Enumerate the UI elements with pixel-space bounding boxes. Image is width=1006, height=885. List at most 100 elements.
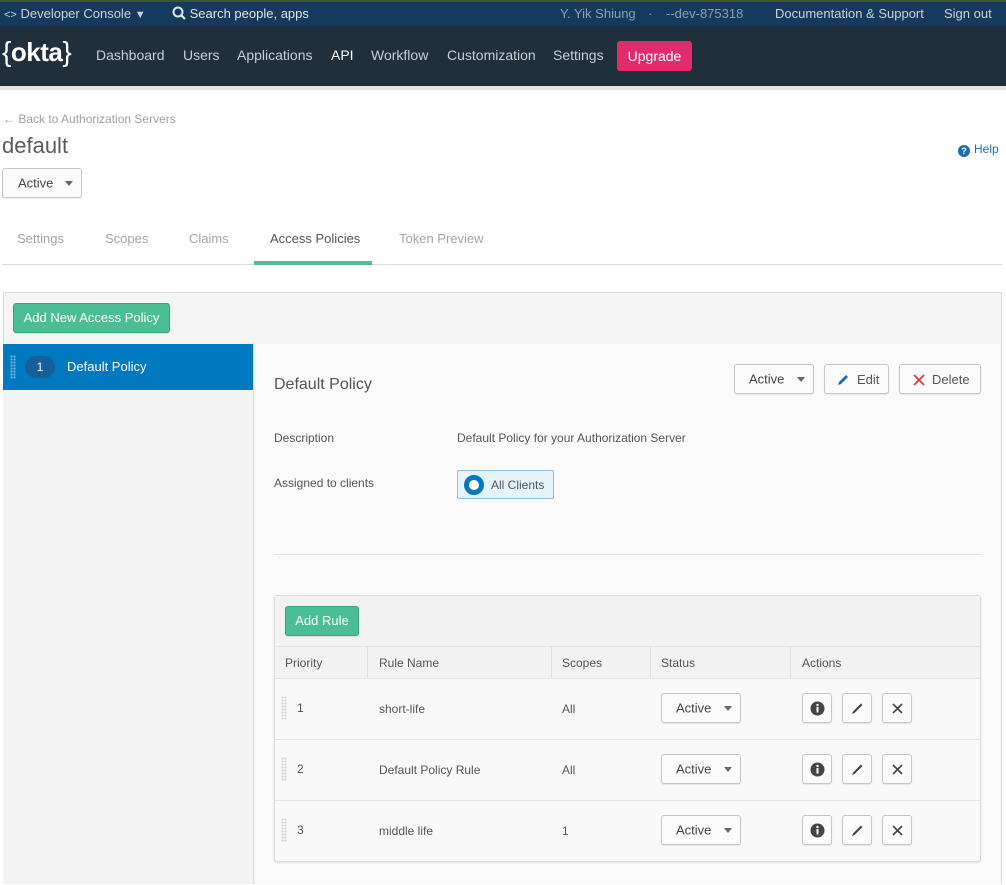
column-divider	[790, 646, 791, 678]
rules-table: Add Rule Priority Rule Name Scopes Statu…	[274, 595, 981, 862]
column-header-priority: Priority	[285, 656, 323, 670]
table-row: 1 short-life All Active	[275, 679, 980, 739]
column-divider	[650, 646, 651, 678]
drag-handle-icon[interactable]	[281, 757, 287, 781]
rule-edit-button[interactable]	[842, 815, 872, 845]
caret-down-icon	[65, 181, 73, 186]
console-label: Developer Console	[20, 6, 132, 21]
nav-dashboard[interactable]: Dashboard	[96, 47, 165, 63]
tabs: Settings Scopes Claims Access Policies T…	[2, 215, 1002, 265]
policy-title: Default Policy	[274, 376, 372, 393]
search-field[interactable]: Search people, apps	[172, 6, 309, 21]
column-divider	[367, 646, 368, 678]
all-clients-badge: All Clients	[457, 470, 554, 499]
rule-status-label: Active	[676, 822, 712, 838]
server-status-dropdown[interactable]: Active	[2, 168, 82, 198]
policy-status-label: Active	[749, 371, 785, 387]
okta-logo[interactable]: {okta}	[2, 36, 72, 68]
search-placeholder: Search people, apps	[189, 6, 309, 21]
rule-info-button[interactable]	[802, 754, 832, 784]
rule-status-dropdown[interactable]: Active	[661, 815, 741, 845]
rule-info-button[interactable]	[802, 815, 832, 845]
sign-out-link[interactable]: Sign out	[944, 6, 992, 21]
policy-name: Default Policy	[67, 359, 147, 374]
nav-settings[interactable]: Settings	[553, 47, 604, 63]
close-icon	[913, 374, 925, 386]
column-header-status: Status	[661, 656, 696, 670]
upgrade-button[interactable]: Upgrade	[617, 41, 692, 71]
close-icon	[892, 764, 903, 775]
rule-name: Default Policy Rule	[379, 763, 481, 777]
rule-status-dropdown[interactable]: Active	[661, 754, 741, 784]
developer-console-menu[interactable]: <> Developer Console ▼	[4, 6, 146, 21]
nav-divider	[0, 86, 1006, 90]
tab-scopes[interactable]: Scopes	[105, 231, 148, 246]
user-name: Y. Yik Shiung	[560, 6, 636, 21]
rule-delete-button[interactable]	[882, 754, 912, 784]
nav-applications[interactable]: Applications	[237, 47, 313, 63]
column-header-scopes: Scopes	[562, 656, 603, 670]
rule-status-dropdown[interactable]: Active	[661, 693, 741, 723]
page-title: default	[2, 133, 69, 158]
rule-scopes: All	[562, 763, 576, 777]
help-link[interactable]: ? Help	[958, 142, 999, 157]
rule-edit-button[interactable]	[842, 754, 872, 784]
rule-edit-button[interactable]	[842, 693, 872, 723]
policy-status-dropdown[interactable]: Active	[734, 364, 814, 394]
nav-workflow[interactable]: Workflow	[371, 47, 428, 63]
edit-label: Edit	[857, 372, 880, 387]
search-icon	[172, 6, 186, 20]
rule-delete-button[interactable]	[882, 815, 912, 845]
tab-settings[interactable]: Settings	[17, 231, 64, 246]
add-new-access-policy-button[interactable]: Add New Access Policy	[13, 303, 170, 333]
policy-list	[3, 343, 254, 884]
rule-delete-button[interactable]	[882, 693, 912, 723]
radio-icon	[464, 475, 484, 495]
table-row: 3 middle life 1 Active	[275, 801, 980, 861]
tab-access-policies[interactable]: Access Policies	[270, 231, 360, 246]
back-to-authorization-servers-link[interactable]: ← Back to Authorization Servers	[3, 112, 176, 126]
pencil-icon	[838, 375, 848, 385]
rule-info-button[interactable]	[802, 693, 832, 723]
drag-handle-icon[interactable]	[281, 696, 287, 720]
edit-policy-button[interactable]: Edit	[824, 364, 889, 394]
all-clients-label: All Clients	[491, 478, 545, 492]
caret-down-icon	[724, 706, 732, 711]
caret-down-icon	[797, 377, 805, 382]
info-icon	[810, 762, 825, 777]
tab-token-preview[interactable]: Token Preview	[399, 231, 484, 246]
org-name: --dev-875318	[666, 6, 744, 21]
documentation-support-link[interactable]: Documentation & Support	[775, 6, 924, 21]
assigned-to-clients-label: Assigned to clients	[274, 476, 375, 490]
nav-users[interactable]: Users	[183, 47, 220, 63]
nav-customization[interactable]: Customization	[447, 47, 536, 63]
rule-name: short-life	[379, 702, 426, 716]
rule-priority: 3	[297, 823, 304, 837]
caret-down-icon: ▼	[134, 9, 146, 21]
rule-status-label: Active	[676, 761, 712, 777]
tab-claims[interactable]: Claims	[189, 231, 229, 246]
pencil-icon	[852, 764, 863, 775]
description-value: Default Policy for your Authorization Se…	[457, 431, 686, 445]
caret-down-icon	[724, 767, 732, 772]
help-icon: ?	[958, 145, 970, 157]
delete-policy-button[interactable]: Delete	[899, 364, 981, 394]
rule-scopes: 1	[562, 824, 569, 838]
rule-name: middle life	[379, 824, 434, 838]
divider	[275, 646, 980, 647]
info-icon	[810, 701, 825, 716]
caret-down-icon	[724, 828, 732, 833]
add-rule-button[interactable]: Add Rule	[285, 606, 359, 636]
column-divider	[551, 646, 552, 678]
pencil-icon	[852, 825, 863, 836]
server-status-label: Active	[18, 175, 54, 191]
code-icon: <>	[4, 9, 17, 21]
info-icon	[810, 823, 825, 838]
policy-list-item[interactable]: 1 Default Policy	[3, 344, 253, 390]
separator: ·	[648, 6, 653, 21]
drag-handle-icon[interactable]	[10, 355, 16, 379]
drag-handle-icon[interactable]	[281, 818, 287, 842]
table-row: 2 Default Policy Rule All Active	[275, 740, 980, 800]
rule-status-label: Active	[676, 700, 712, 716]
nav-api[interactable]: API	[331, 47, 354, 63]
